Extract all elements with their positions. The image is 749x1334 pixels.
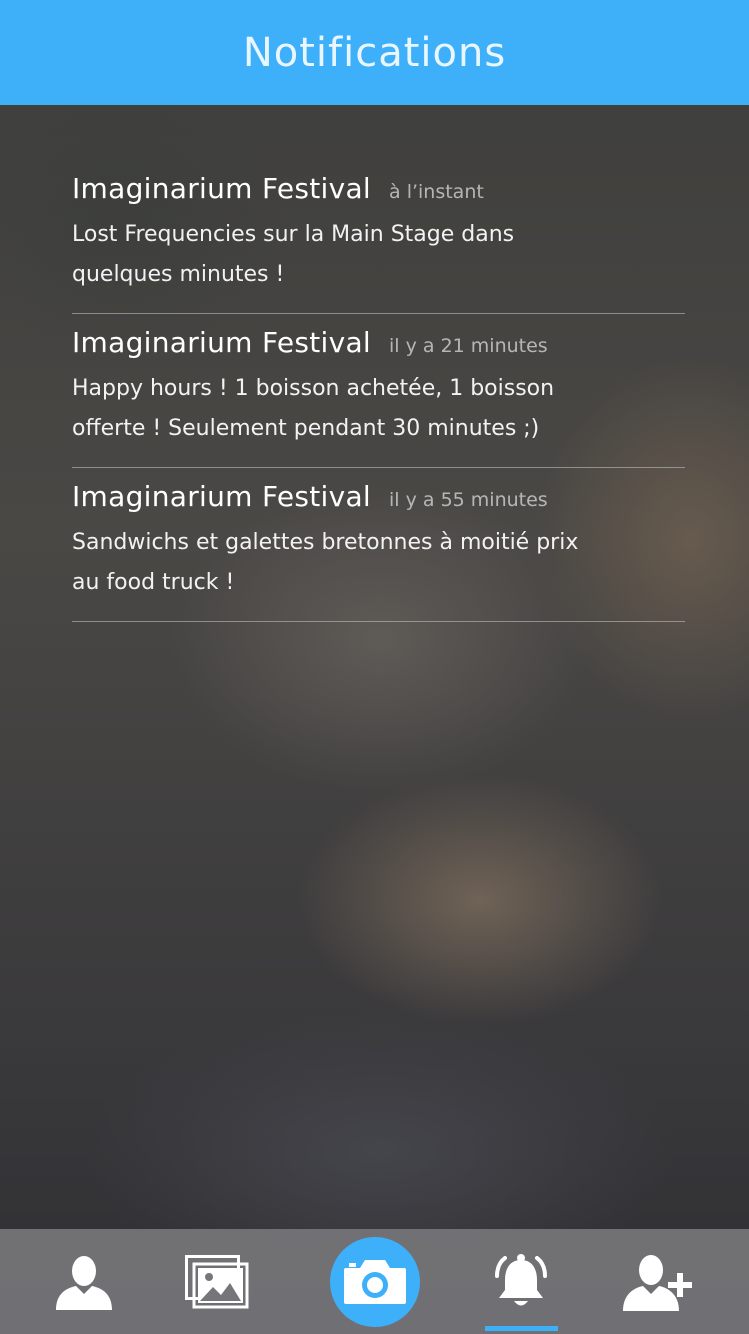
tab-profile[interactable] — [29, 1229, 139, 1334]
notification-header: Imaginarium Festival il y a 55 minutes — [72, 480, 685, 513]
notification-header: Imaginarium Festival il y a 21 minutes — [72, 326, 685, 359]
gallery-icon — [185, 1254, 249, 1308]
add-user-icon — [623, 1254, 692, 1311]
notification-message: Happy hours ! 1 boisson achetée, 1 boiss… — [72, 369, 632, 449]
tab-notifications[interactable] — [466, 1229, 576, 1334]
camera-button[interactable] — [330, 1236, 420, 1327]
notification-message-line: offerte ! Seulement pendant 30 minutes ;… — [72, 416, 540, 441]
notification-message-line: au food truck ! — [72, 570, 235, 595]
camera-icon — [344, 1259, 406, 1304]
notification-time: à l’instant — [389, 181, 484, 203]
notification-time: il y a 55 minutes — [389, 489, 548, 511]
notification-time: il y a 21 minutes — [389, 335, 548, 357]
notification-message-line: Sandwichs et galettes bretonnes à moitié… — [72, 530, 579, 555]
notification-header: Imaginarium Festival à l’instant — [72, 172, 685, 205]
tab-add-user[interactable] — [604, 1229, 714, 1334]
notification-message-line: Lost Frequencies sur la Main Stage dans — [72, 222, 515, 247]
tab-camera[interactable] — [320, 1229, 430, 1334]
notification-title: Imaginarium Festival — [72, 326, 372, 359]
notification-message-line: quelques minutes ! — [72, 262, 285, 287]
profile-icon — [56, 1255, 112, 1310]
notification-message: Lost Frequencies sur la Main Stage dans … — [72, 215, 632, 295]
notification-list: Imaginarium Festival à l’instant Lost Fr… — [72, 160, 685, 622]
tab-bar — [0, 1229, 749, 1334]
tab-gallery[interactable] — [162, 1229, 272, 1334]
notification-item[interactable]: Imaginarium Festival il y a 21 minutes H… — [72, 314, 685, 468]
header-bar: Notifications — [0, 0, 749, 105]
notification-item[interactable]: Imaginarium Festival il y a 55 minutes S… — [72, 468, 685, 622]
notification-title: Imaginarium Festival — [72, 480, 372, 513]
page-title: Notifications — [242, 29, 507, 76]
notification-title: Imaginarium Festival — [72, 172, 372, 205]
active-tab-indicator — [485, 1326, 558, 1331]
notification-message-line: Happy hours ! 1 boisson achetée, 1 boiss… — [72, 376, 555, 401]
notification-item[interactable]: Imaginarium Festival à l’instant Lost Fr… — [72, 160, 685, 314]
notification-message: Sandwichs et galettes bretonnes à moitié… — [72, 523, 632, 603]
bell-icon — [495, 1253, 547, 1305]
